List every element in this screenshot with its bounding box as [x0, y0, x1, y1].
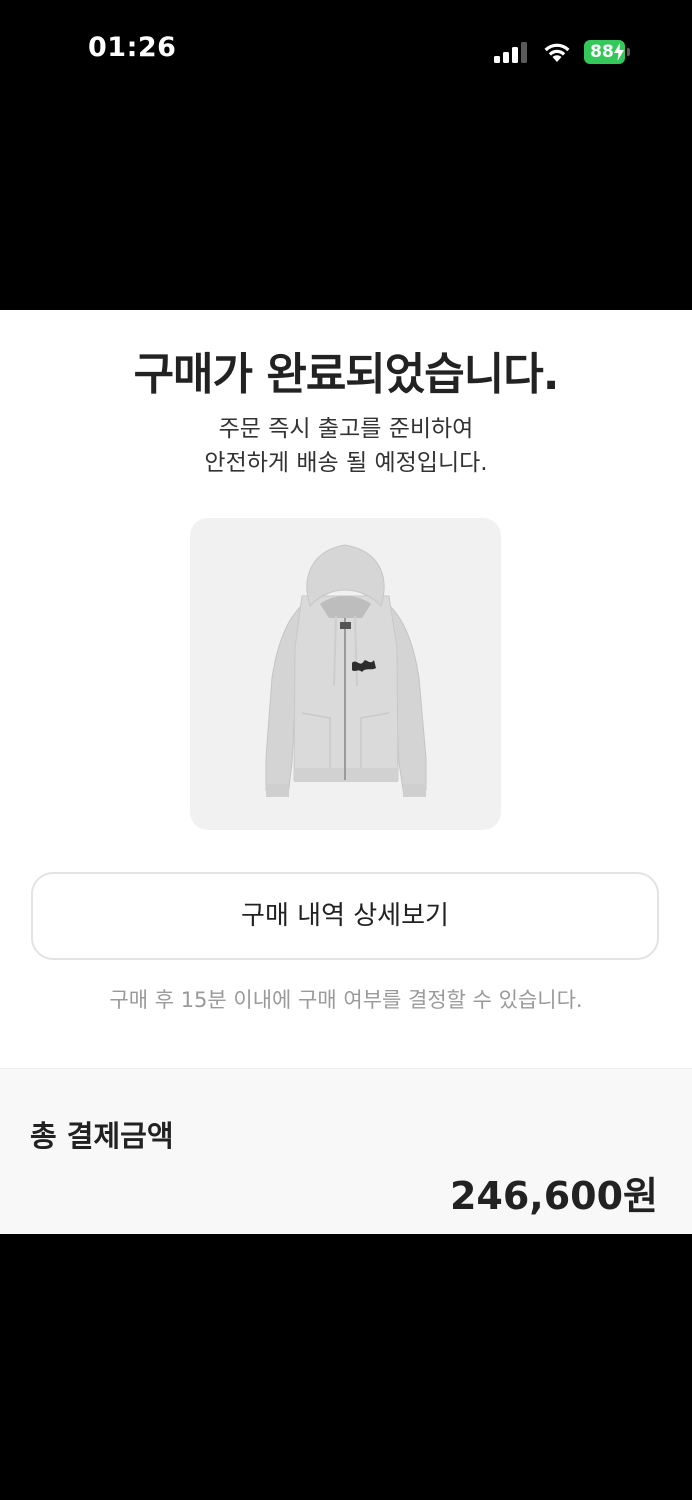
decision-window-notice: 구매 후 15분 이내에 구매 여부를 결정할 수 있습니다.	[109, 988, 583, 1012]
charging-bolt-icon	[614, 43, 624, 61]
confirmation-message-line-2: 안전하게 배송 될 예정입니다.	[204, 450, 488, 476]
total-payment-amount: 246,600원	[449, 1174, 658, 1218]
zip-hoodie-image	[265, 544, 427, 797]
wifi-icon	[544, 43, 570, 62]
purchase-complete-sheet: 구매가 완료되었습니다. 주문 즉시 출고를 준비하여 안전하게 배송 될 예정…	[0, 310, 692, 1234]
page-title: 구매가 완료되었습니다.	[133, 349, 560, 400]
battery-icon: 88	[584, 40, 630, 64]
screen: 01:26 88 구매가 완료되었습니다. 주문 즉시 출고를 준비하여 안전하…	[0, 0, 692, 1500]
status-icons: 88	[494, 38, 630, 66]
status-time: 01:26	[88, 32, 177, 63]
product-image-card	[190, 518, 501, 830]
status-bar: 01:26 88	[0, 0, 692, 100]
confirmation-message: 주문 즉시 출고를 준비하여 안전하게 배송 될 예정입니다.	[0, 412, 692, 480]
payment-summary: 총 결제금액 246,600원	[0, 1068, 692, 1234]
purchase-details-button[interactable]: 구매 내역 상세보기	[31, 872, 659, 960]
total-payment-label: 총 결제금액	[30, 1119, 174, 1153]
confirmation-message-line-1: 주문 즉시 출고를 준비하여	[218, 416, 474, 442]
cellular-signal-icon	[494, 41, 532, 63]
